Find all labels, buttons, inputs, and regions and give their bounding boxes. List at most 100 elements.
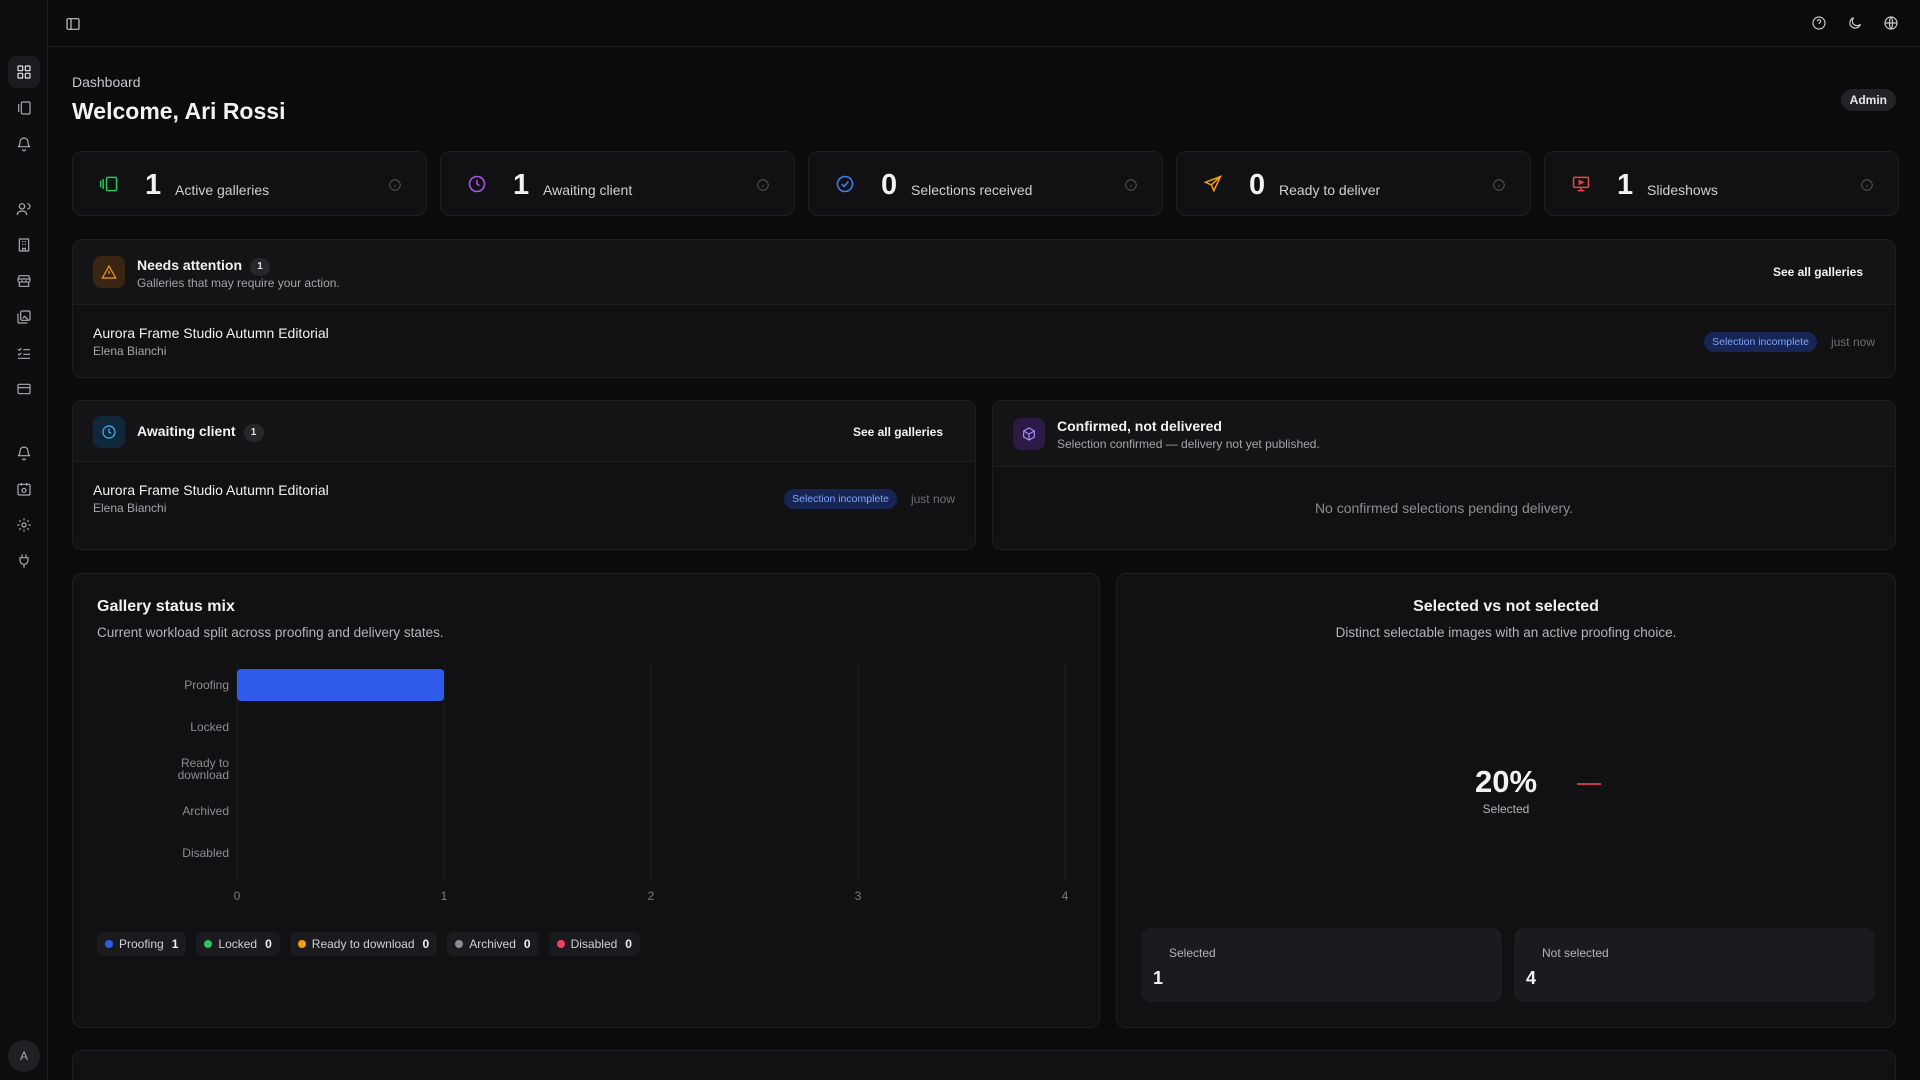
stat-label: Ready to deliver — [1279, 182, 1381, 198]
see-all-galleries-link[interactable]: See all galleries — [853, 425, 943, 439]
legend-dot — [204, 940, 213, 948]
store-icon — [17, 275, 31, 287]
bar-proofing[interactable] — [237, 669, 444, 701]
info-icon[interactable] — [1492, 178, 1506, 192]
avatar[interactable]: A — [8, 1040, 40, 1072]
images-icon — [17, 310, 31, 324]
legend-dot — [455, 940, 464, 948]
sidebar: A — [0, 0, 48, 1080]
gallery-icon — [18, 101, 31, 115]
stat-label: Awaiting client — [543, 182, 633, 198]
sidebar-item-images[interactable] — [8, 301, 40, 333]
count-badge: 1 — [250, 257, 271, 276]
role-badge: Admin — [1840, 89, 1896, 111]
legend-item: Archived 0 — [447, 932, 539, 956]
client-name: Elena Bianchi — [93, 344, 167, 358]
sidebar-item-notifications[interactable] — [8, 128, 40, 160]
list-item[interactable]: Aurora Frame Studio Autumn Editorial Ele… — [73, 305, 1895, 377]
checklist-icon — [17, 347, 30, 359]
needs-attention-panel: Needs attention 1 Galleries that may requ… — [72, 239, 1896, 378]
stat-card-selections-received[interactable]: 0 Selections received — [808, 151, 1163, 216]
sidebar-item-galleries[interactable] — [8, 92, 40, 124]
legend-item: Ready to download 0 — [289, 932, 438, 956]
card-value: 4 — [1526, 968, 1537, 988]
gear-icon — [17, 518, 31, 532]
legend-label: Ready to download — [311, 937, 415, 951]
legend-label: Proofing — [119, 937, 164, 951]
stat-card-awaiting-client[interactable]: 1 Awaiting client — [440, 151, 795, 216]
clock-icon — [93, 416, 125, 448]
category-label: Locked — [190, 720, 229, 734]
x-tick-label: 2 — [648, 889, 655, 903]
sidebar-item-schedule[interactable] — [8, 473, 40, 505]
gallery-title: Aurora Frame Studio Autumn Editorial — [93, 482, 329, 498]
gallery-title: Aurora Frame Studio Autumn Editorial — [93, 325, 329, 341]
stat-card-active-galleries[interactable]: 1 Active galleries — [72, 151, 427, 216]
legend-count: 0 — [265, 937, 272, 951]
panel-title: Needs attention 1 — [137, 257, 271, 276]
client-name: Elena Bianchi — [93, 501, 167, 515]
sidebar-item-clients[interactable] — [8, 193, 40, 225]
info-icon[interactable] — [1124, 178, 1138, 192]
dashboard-icon — [17, 65, 31, 79]
globe-icon — [1884, 16, 1898, 30]
panel-title-text: Needs attention — [137, 257, 243, 273]
x-tick-label: 1 — [441, 889, 448, 903]
list-item[interactable]: Aurora Frame Studio Autumn Editorial Ele… — [73, 462, 975, 549]
timestamp: just now — [1830, 335, 1875, 349]
stat-value: 0 — [881, 169, 898, 201]
stat-label: Slideshows — [1647, 182, 1718, 198]
stat-value: 1 — [513, 169, 530, 201]
panel-header: Awaiting client 1 See all galleries — [73, 401, 975, 462]
sidebar-toggle-button[interactable] — [62, 13, 84, 35]
legend-dot — [297, 940, 306, 948]
stat-card-ready-to-deliver[interactable]: 0 Ready to deliver — [1176, 151, 1531, 216]
panel-subtitle: Selection confirmed — delivery not yet p… — [1057, 437, 1320, 451]
info-icon[interactable] — [1860, 178, 1874, 192]
sidebar-item-integrations[interactable] — [8, 545, 40, 577]
sidebar-item-studios[interactable] — [8, 229, 40, 261]
chart-title: Selected vs not selected — [1413, 598, 1599, 615]
empty-state-message: No confirmed selections pending delivery… — [1314, 500, 1574, 516]
x-tick-label: 4 — [1062, 889, 1069, 903]
chart-subtitle: Distinct selectable images with an activ… — [1335, 625, 1677, 640]
sidebar-item-billing[interactable] — [8, 373, 40, 405]
sidebar-item-store[interactable] — [8, 265, 40, 297]
info-icon[interactable] — [756, 178, 770, 192]
chart-subtitle: Current workload split across proofing a… — [97, 625, 444, 640]
sidebar-item-dashboard[interactable] — [8, 56, 40, 88]
stat-value: 1 — [145, 169, 162, 201]
help-button[interactable] — [1808, 12, 1830, 34]
status-badge: Selection incomplete — [1704, 332, 1817, 352]
legend-dot — [556, 940, 565, 948]
legend-count: 0 — [422, 937, 430, 951]
sidebar-item-alerts[interactable] — [8, 437, 40, 469]
not-selected-count-card: Not selected 4 — [1514, 928, 1875, 1002]
legend-item: Disabled 0 — [548, 932, 640, 956]
stat-card-slideshows[interactable]: 1 Slideshows — [1544, 151, 1899, 216]
legend-item: Proofing 1 — [97, 932, 187, 956]
clock-icon — [467, 174, 487, 194]
card-label: Not selected — [1542, 946, 1609, 960]
chart-title: Gallery status mix — [97, 598, 235, 615]
stat-value: 0 — [1249, 169, 1266, 201]
status-badge: Selection incomplete — [784, 489, 897, 509]
selected-percentage: 20% — [1474, 764, 1538, 799]
users-icon — [16, 203, 31, 216]
see-all-galleries-link[interactable]: See all galleries — [1773, 265, 1863, 279]
panel-header: Needs attention 1 Galleries that may requ… — [73, 240, 1895, 305]
status-bar-chart: 0 1 2 3 4 Proofing Locked Ready to download Archi… — [178, 664, 1069, 903]
sidebar-item-settings[interactable] — [8, 509, 40, 541]
x-tick-label: 3 — [855, 889, 862, 903]
legend-dot — [105, 940, 113, 948]
sidebar-item-tasks[interactable] — [8, 337, 40, 369]
card-label: Selected — [1169, 946, 1216, 960]
info-icon[interactable] — [388, 178, 402, 192]
topbar — [48, 0, 1920, 47]
panel-subtitle: Galleries that may require your action. — [137, 276, 340, 290]
legend-count: 0 — [523, 937, 531, 951]
language-button[interactable] — [1880, 12, 1902, 34]
breadcrumb[interactable]: Dashboard — [72, 74, 141, 90]
theme-toggle-button[interactable] — [1844, 12, 1866, 34]
stat-label: Active galleries — [175, 182, 270, 198]
